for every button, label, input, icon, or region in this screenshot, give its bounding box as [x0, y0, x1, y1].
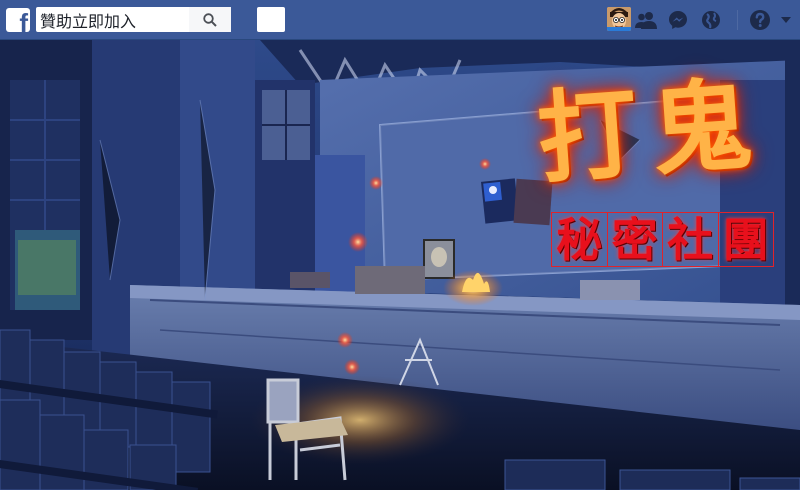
avatar[interactable] — [607, 7, 631, 31]
globe-icon[interactable] — [699, 8, 723, 32]
subtitle-char: 密 — [608, 213, 663, 266]
help-icon-glyph — [750, 10, 770, 30]
subtitle-char: 社 — [663, 213, 719, 266]
search-button[interactable] — [189, 7, 231, 32]
friends-icon-glyph — [635, 12, 657, 29]
cover-subtitle: 秘 密 社 團 — [551, 212, 774, 267]
help-icon[interactable] — [748, 8, 772, 32]
cover-photo: 打鬼 秘 密 社 團 — [0, 40, 800, 490]
search-box — [36, 7, 231, 32]
search-input[interactable] — [36, 7, 186, 32]
avatar-face-icon — [607, 7, 631, 31]
facebook-logo-icon[interactable]: f — [6, 8, 30, 32]
blank-box[interactable] — [257, 7, 285, 32]
globe-icon-glyph — [702, 11, 720, 29]
top-bar-separator — [737, 10, 738, 30]
friends-icon[interactable] — [634, 8, 658, 32]
chevron-down-glyph — [781, 17, 791, 23]
subtitle-char: 團 — [722, 212, 769, 267]
messenger-icon[interactable] — [666, 8, 690, 32]
facebook-top-bar: f — [0, 0, 800, 40]
search-icon — [203, 12, 217, 27]
facebook-logo-letter: f — [19, 8, 28, 32]
subtitle-char: 秘 — [552, 213, 608, 266]
messenger-icon-glyph — [669, 11, 687, 29]
chevron-down-icon[interactable] — [778, 8, 794, 32]
